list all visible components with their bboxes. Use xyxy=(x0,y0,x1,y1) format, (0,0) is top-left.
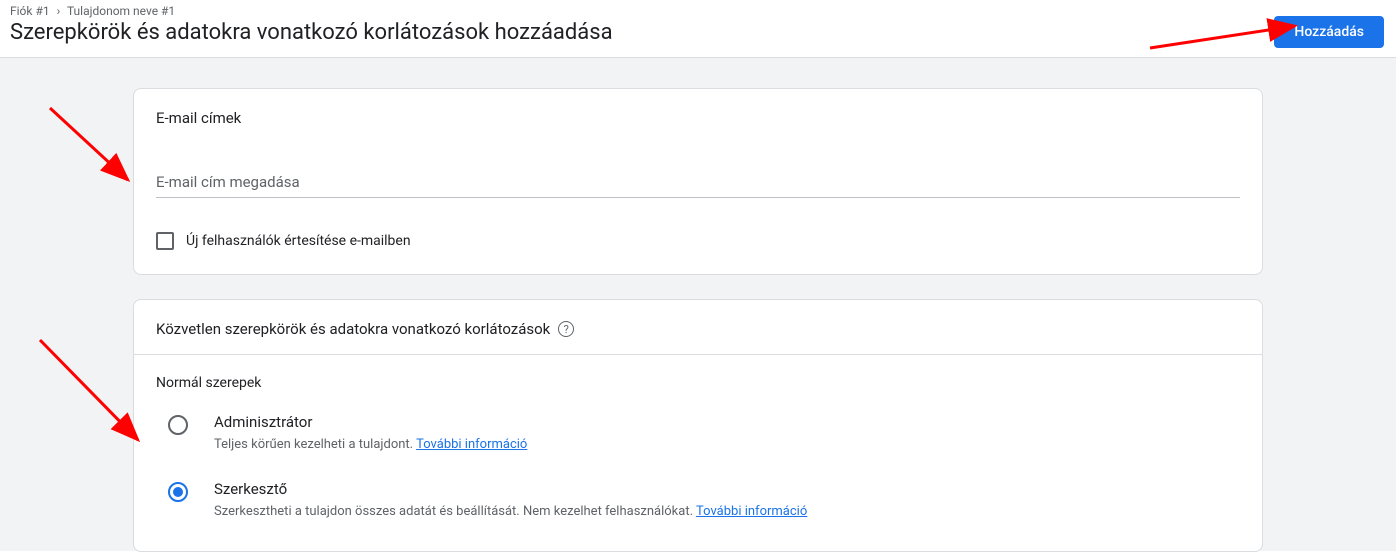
page-title: Szerepkörök és adatokra vonatkozó korlát… xyxy=(10,20,613,45)
breadcrumb: Fiók #1 › Tulajdonom neve #1 xyxy=(10,4,613,18)
role-text-admin: Adminisztrátor Teljes körűen kezelheti a… xyxy=(214,413,527,452)
email-input[interactable] xyxy=(156,167,1240,198)
content-area: E-mail címek Új felhasználók értesítése … xyxy=(0,58,1396,551)
email-card: E-mail címek Új felhasználók értesítése … xyxy=(133,88,1263,275)
role-link-editor[interactable]: További információ xyxy=(696,504,807,519)
add-button[interactable]: Hozzáadás xyxy=(1274,16,1384,48)
role-row-admin[interactable]: Adminisztrátor Teljes körűen kezelheti a… xyxy=(156,413,1240,452)
roles-subtitle: Normál szerepek xyxy=(156,375,1240,391)
role-radio-editor[interactable] xyxy=(168,482,188,502)
breadcrumb-separator: › xyxy=(57,4,61,18)
page-header: Fiók #1 › Tulajdonom neve #1 Szerepkörök… xyxy=(0,0,1396,58)
role-name-editor: Szerkesztő xyxy=(214,480,807,498)
breadcrumb-property[interactable]: Tulajdonom neve #1 xyxy=(67,4,175,18)
breadcrumb-account[interactable]: Fiók #1 xyxy=(10,4,50,18)
role-link-admin[interactable]: További információ xyxy=(416,437,527,452)
role-radio-admin[interactable] xyxy=(168,415,188,435)
roles-section-title: Közvetlen szerepkörök és adatokra vonatk… xyxy=(156,320,550,338)
email-section-title: E-mail címek xyxy=(156,109,1240,127)
notify-checkbox-label: Új felhasználók értesítése e-mailben xyxy=(186,233,411,249)
roles-title-row: Közvetlen szerepkörök és adatokra vonatk… xyxy=(134,300,1262,355)
help-icon[interactable]: ? xyxy=(558,321,574,337)
notify-checkbox-row[interactable]: Új felhasználók értesítése e-mailben xyxy=(156,232,1240,250)
role-desc-editor: Szerkesztheti a tulajdon összes adatát é… xyxy=(214,504,807,519)
role-name-admin: Adminisztrátor xyxy=(214,413,527,431)
roles-card: Közvetlen szerepkörök és adatokra vonatk… xyxy=(133,299,1263,552)
header-left: Fiók #1 › Tulajdonom neve #1 Szerepkörök… xyxy=(10,4,613,45)
role-row-editor[interactable]: Szerkesztő Szerkesztheti a tulajdon össz… xyxy=(156,480,1240,519)
notify-checkbox[interactable] xyxy=(156,232,174,250)
role-text-editor: Szerkesztő Szerkesztheti a tulajdon össz… xyxy=(214,480,807,519)
role-desc-admin: Teljes körűen kezelheti a tulajdont. Tov… xyxy=(214,437,527,452)
